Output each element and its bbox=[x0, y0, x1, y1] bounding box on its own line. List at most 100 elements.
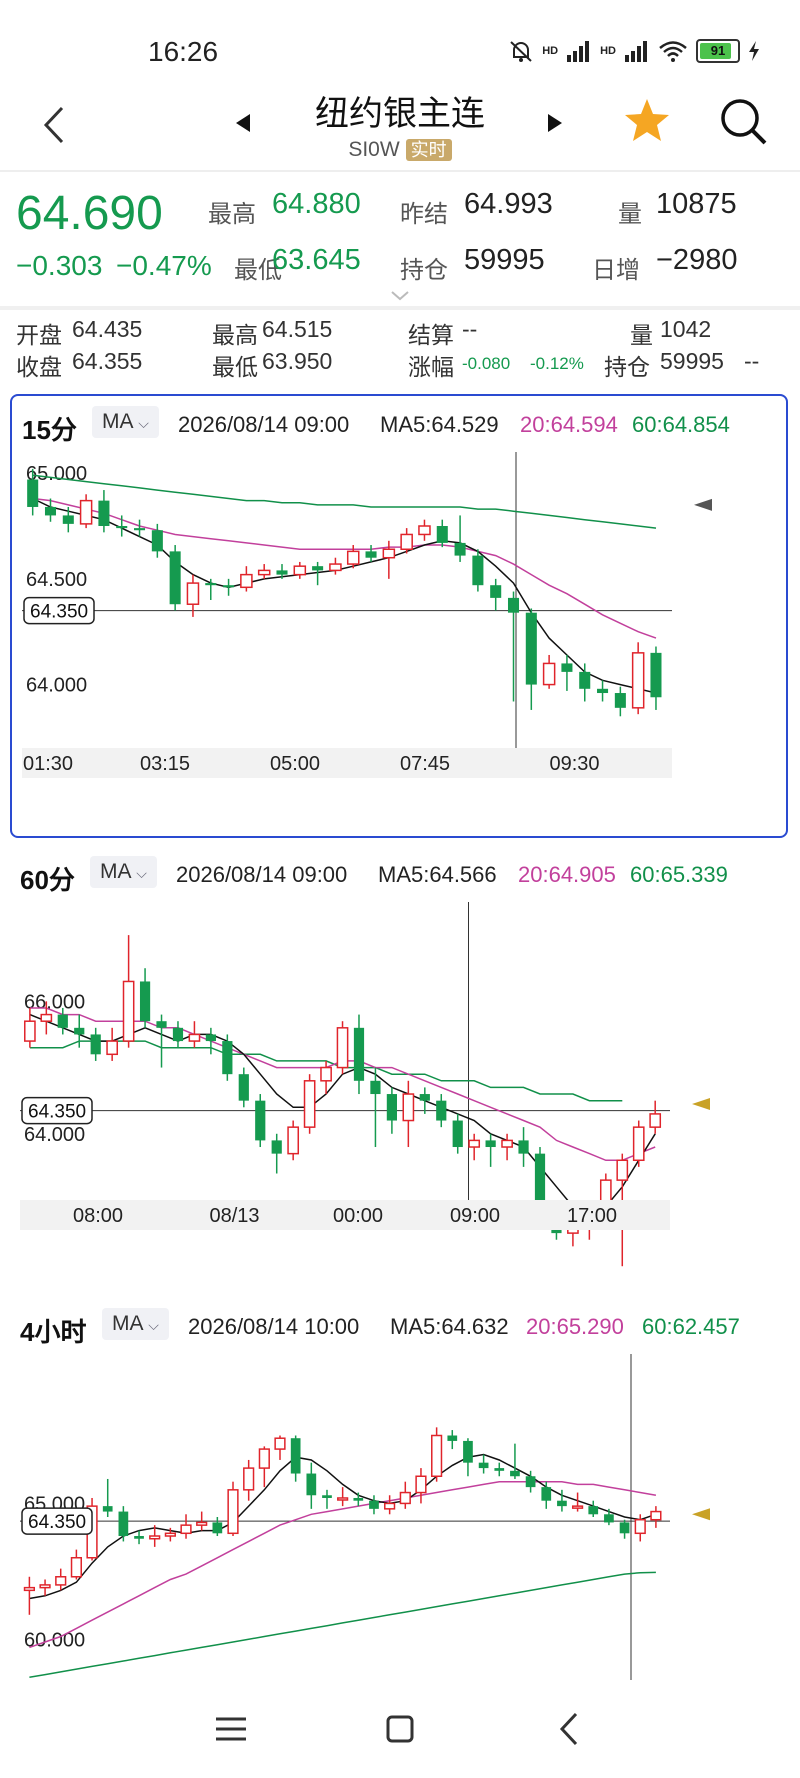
back-icon bbox=[559, 1712, 578, 1746]
home-button[interactable] bbox=[375, 1704, 425, 1754]
candle-body-down bbox=[116, 526, 128, 529]
menu-icon bbox=[216, 1717, 246, 1741]
search-icon bbox=[721, 99, 767, 145]
candle-body-down bbox=[27, 479, 39, 507]
y-tick-label: 64.500 bbox=[26, 569, 87, 591]
candle-body-down bbox=[650, 652, 662, 698]
bar-high-label: 最高 bbox=[212, 322, 258, 348]
candlestick-chart-4h[interactable]: 65.00060.00064.350 bbox=[10, 1350, 788, 1680]
candle-body-down bbox=[561, 663, 573, 672]
x-tick-label: 08:00 bbox=[73, 1205, 123, 1227]
candle-body-up bbox=[243, 1467, 255, 1491]
bar-settle-value: -- bbox=[462, 316, 478, 342]
candle-body-up bbox=[149, 1535, 161, 1540]
candle-body-down bbox=[353, 1497, 364, 1501]
candle-body-up bbox=[616, 1159, 629, 1181]
y-tick-label: 64.000 bbox=[24, 1124, 85, 1146]
candle-body-down bbox=[353, 1027, 365, 1081]
candle-body-down bbox=[541, 1487, 552, 1501]
candle-body-down bbox=[614, 693, 626, 708]
candle-body-down bbox=[369, 1500, 379, 1509]
panel-ma60: 60:64.854 bbox=[632, 412, 730, 437]
x-tick-label: 00:00 bbox=[333, 1205, 383, 1227]
candle-body-up bbox=[40, 1013, 53, 1022]
y-tick-label: 64.000 bbox=[26, 675, 87, 697]
expand-chevron-button[interactable] bbox=[388, 288, 412, 304]
panel-datetime: 2026/08/14 10:00 bbox=[188, 1314, 360, 1339]
bar-open-value: 64.435 bbox=[72, 316, 143, 342]
daily-change-value: −2980 bbox=[656, 244, 738, 276]
favorite-button[interactable] bbox=[622, 96, 672, 146]
chart-panel-15m[interactable]: 15分 MA ⌵ 2026/08/14 09:00 MA5:64.529 20:… bbox=[10, 394, 788, 838]
candle-body-down bbox=[452, 1120, 463, 1148]
high-value: 64.880 bbox=[272, 188, 361, 220]
candle-body-up bbox=[23, 1586, 36, 1592]
oi-label: 持仓 bbox=[400, 257, 448, 284]
indicator-label: MA bbox=[102, 410, 133, 433]
candle-body-down bbox=[172, 1027, 184, 1042]
candle-body-down bbox=[90, 1034, 101, 1055]
candle-body-up bbox=[164, 1532, 176, 1537]
price-change: −0.303 bbox=[16, 250, 103, 281]
quote-divider bbox=[0, 306, 800, 310]
candlestick-chart-15m[interactable]: 65.00064.50064.00064.35001:30 03:15 05:00 0… bbox=[12, 448, 786, 834]
menu-button[interactable] bbox=[206, 1704, 256, 1754]
candle-body-up bbox=[632, 1126, 645, 1162]
triangle-right-icon bbox=[548, 114, 562, 132]
candle-body-down bbox=[463, 1440, 473, 1463]
chevron-down-icon: ⌵ bbox=[138, 415, 149, 431]
bar-high-value: 64.515 bbox=[262, 316, 333, 342]
bar-chg-pct: -0.12% bbox=[530, 354, 584, 373]
candlestick-chart-60m[interactable]: 66.000 64.00064.350 08:00 08/13 00:00 09:00 17… bbox=[10, 898, 788, 1282]
price-tag: 64.350 bbox=[23, 596, 95, 625]
hd-label-1: HD bbox=[542, 45, 559, 57]
candle-body-down bbox=[557, 1500, 567, 1507]
candle-body-down bbox=[436, 526, 448, 543]
candle-body-down bbox=[118, 1511, 129, 1537]
nav-back-button[interactable] bbox=[546, 1704, 596, 1754]
wifi-icon bbox=[659, 41, 687, 62]
chevron-down-icon bbox=[391, 291, 409, 301]
candle-body-down bbox=[151, 530, 163, 552]
plot-area bbox=[20, 1354, 670, 1680]
chart-panel-4h[interactable]: 4小时 MA ⌵ 2026/08/14 10:00 MA5:64.632 20:… bbox=[10, 1298, 788, 1680]
candle-body-down bbox=[436, 1100, 447, 1121]
candle-body-down bbox=[419, 1094, 430, 1101]
indicator-select[interactable]: MA ⌵ bbox=[92, 406, 159, 438]
price-arrow-icon bbox=[694, 498, 712, 511]
candle-body-up bbox=[287, 1126, 300, 1155]
next-contract-button[interactable] bbox=[540, 108, 570, 138]
candle-body-up bbox=[631, 652, 645, 709]
candle-body-down bbox=[44, 506, 57, 516]
bar-settle-label: 结算 bbox=[408, 322, 454, 348]
candle-body-up bbox=[384, 1502, 396, 1510]
candle-body-down bbox=[222, 1041, 233, 1075]
bar-volume-value: 1042 bbox=[660, 316, 712, 342]
indicator-label: MA bbox=[112, 1312, 143, 1335]
candle-body-up bbox=[106, 1040, 119, 1056]
price-tag: 64.350 bbox=[21, 1096, 93, 1125]
daily-change-label: 日增 bbox=[592, 257, 640, 284]
price-change-pct: −0.47% bbox=[116, 250, 212, 281]
candle-body-down bbox=[597, 688, 609, 694]
candle-body-down bbox=[134, 528, 146, 531]
volume-label: 量 bbox=[618, 201, 642, 228]
bar-open-label: 开盘 bbox=[16, 322, 62, 348]
search-button[interactable] bbox=[718, 96, 770, 148]
candle-body-down bbox=[478, 1462, 489, 1469]
mute-bell-icon bbox=[510, 41, 532, 62]
indicator-select[interactable]: MA ⌵ bbox=[102, 1308, 169, 1340]
candle-body-down bbox=[619, 1522, 630, 1534]
status-bar: 16:26 HD HD 91 bbox=[0, 0, 800, 90]
bar-volume-label: 量 bbox=[630, 322, 653, 348]
candle-body-down bbox=[525, 612, 537, 685]
chart-panel-60m[interactable]: 60分 MA ⌵ 2026/08/14 09:00 MA5:64.566 20:… bbox=[10, 846, 788, 1286]
panel-ma20: 20:64.905 bbox=[518, 862, 616, 887]
low-value: 63.645 bbox=[272, 244, 361, 276]
price-tag: 64.350 bbox=[21, 1507, 93, 1535]
x-tick-label: 01:30 bbox=[23, 753, 73, 775]
volume-value: 10875 bbox=[656, 188, 737, 220]
bar-close-label: 收盘 bbox=[16, 354, 62, 380]
indicator-select[interactable]: MA ⌵ bbox=[90, 856, 157, 888]
candle-body-down bbox=[588, 1506, 599, 1515]
